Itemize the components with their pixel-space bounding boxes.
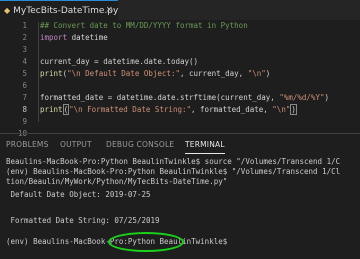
editor-tab-bar: ◆ MyTecBits-DateTime.py × [0,0,360,20]
string-literal: "\n Default Date Object:" [67,69,180,78]
line-number: 3 [22,45,27,54]
terminal-line: (env) Beaulins-MacBook-Pro:Python Beauli… [6,167,341,176]
code-line-8: print("\n Formatted Date String:", forma… [40,104,297,116]
terminal-line: Formatted Date String: 07/25/2019 [6,216,160,225]
statement: formatted_date = datetime.date.strftime(… [40,93,280,102]
code-line-1: ## Convert date to MM/DD/YYYY format in … [40,20,248,32]
terminal-line: Beaulins-MacBook-Pro:Python BeaulinTwink… [6,157,341,166]
string-literal: "\n Formatted Date String:" [69,105,192,114]
args: , formatted_date, [191,105,273,114]
statement: current_day = datetime.date.today() [40,57,199,66]
close-tab-icon[interactable]: × [105,1,113,20]
indent-guide [38,22,39,122]
terminal-line: tion/Beaulin/MyWork/Python/MyTecBits-Dat… [6,177,228,186]
tab-output[interactable]: OUTPUT [60,134,92,156]
tab-terminal[interactable]: TERMINAL [185,134,225,156]
punct: ) [265,69,271,78]
panel-tab-bar: PROBLEMS OUTPUT DEBUG CONSOLE TERMINAL [0,134,360,156]
punct: ) [324,93,329,102]
line-number: 9 [22,117,27,126]
line-number: 2 [22,33,27,42]
line-number: 7 [22,93,27,102]
python-file-icon: ◆ [4,6,11,15]
line-number: 4 [22,57,27,66]
matched-bracket: ) [290,104,297,115]
code-line-4: current_day = datetime.date.today() [40,56,198,68]
tab-filename: MyTecBits-DateTime.py [13,6,119,16]
code-editor[interactable]: 1 2 3 4 5 6 7 8 9 10 ## Convert date to … [0,20,360,138]
line-number: 6 [22,81,27,90]
code-line-5: print("\n Default Date Object:", current… [40,68,270,80]
terminal-line: Default Date Object: 2019-07-25 [6,190,151,199]
function-name: print [40,69,63,78]
keyword: import [40,33,68,42]
code-line-7: formatted_date = datetime.date.strftime(… [40,92,329,104]
editor-tab[interactable]: ◆ MyTecBits-DateTime.py × [0,0,118,20]
tab-debug-console[interactable]: DEBUG CONSOLE [106,134,174,156]
string-literal: "\n" [272,105,291,114]
args: , current_day, [179,69,248,78]
line-number: 8 [22,105,27,114]
string-literal: "%m/%d/%Y" [279,93,325,102]
line-number: 5 [22,69,27,78]
line-number: 1 [22,21,27,30]
function-name: print [40,105,63,114]
comment-text: ## Convert date to MM/DD/YYYY format in … [40,21,248,30]
code-line-2: import datetime [40,32,108,44]
string-literal: "\n" [247,69,266,78]
tab-problems[interactable]: PROBLEMS [6,134,49,156]
module-name: datetime [67,33,108,42]
highlight-circle [108,232,184,252]
